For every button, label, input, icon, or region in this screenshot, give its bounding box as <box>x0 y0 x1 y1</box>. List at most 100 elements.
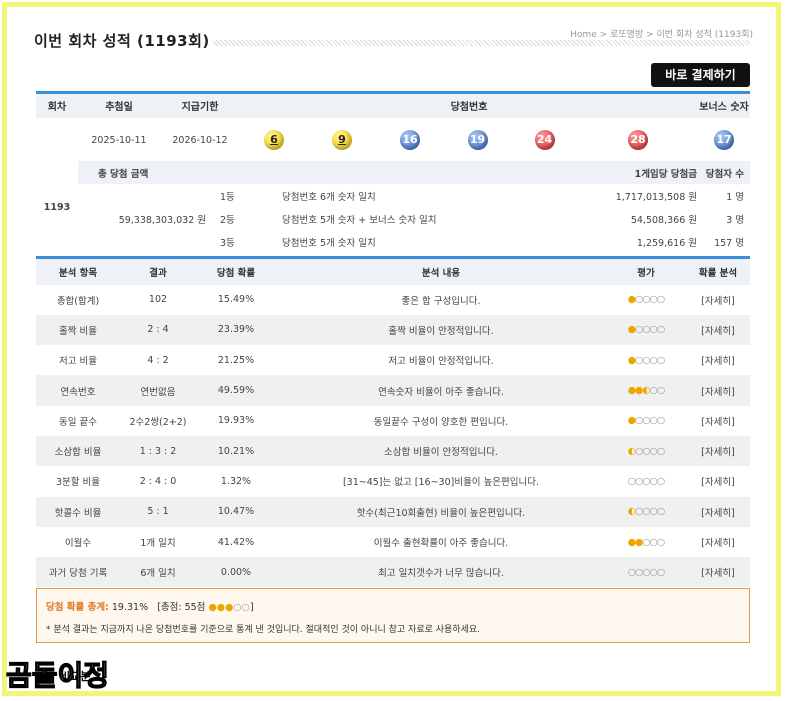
prize-winners: 3 명 <box>726 214 744 226</box>
analysis-rating: ○○○○○ <box>606 557 686 588</box>
round-cell-top <box>36 118 78 163</box>
analysis-prob: 49.59% <box>196 375 276 406</box>
breadcrumb-sep: > <box>599 30 608 40</box>
analysis-prob: 23.39% <box>196 314 276 346</box>
analysis-content: 동일끝수 구성이 양호한 편입니다. <box>373 416 509 428</box>
analysis-content: 최고 일치갯수가 너무 많습니다. <box>276 557 606 588</box>
detail-link[interactable]: [자세히] <box>686 466 750 496</box>
analysis-result: 5 : 1 <box>120 496 196 527</box>
breadcrumb: Home > 로또명방 > 이번 회차 성적 (1193회) <box>564 27 753 40</box>
analysis-content: 홀짝 비율이 안정적입니다. <box>276 314 606 346</box>
prize-rank: 3등 <box>220 237 235 249</box>
pay-now-button[interactable]: 바로 결제하기 <box>651 63 750 87</box>
analysis-prob: 10.21% <box>196 435 276 467</box>
analysis-row: 연속번호 연번없음 49.59% 연속숫자 비율이 아주 좋습니다. ●●◐○○ [자세히… <box>36 375 750 406</box>
analysis-row: 총합(합계) 102 15.49% 좋은 합 구성입니다. ●○○○○ [자세히] <box>36 285 750 315</box>
analysis-prob: 0.00% <box>196 557 276 588</box>
detail-link[interactable]: [자세히] <box>686 406 750 436</box>
number-ball: 16 <box>400 130 420 150</box>
analysis-item: 연속번호 <box>36 375 120 406</box>
header-content: 분석 내용 <box>276 257 606 285</box>
pay-deadline: 2026-10-12 <box>172 134 228 146</box>
draw-table-header: 회차 추첨일 지급기한 당첨번호 보너스 숫자 <box>36 92 750 118</box>
draw-numbers-row: 2025-10-11 2026-10-12 6 9 16 19 24 28 17 <box>36 118 750 163</box>
analysis-table-header: 분석 항목 결과 당첨 확률 분석 내용 평가 확률 분석 <box>36 257 750 285</box>
prize-table-header: 1193 총 당첨 금액 1게임당 당첨금 당첨자 수 <box>36 161 750 253</box>
prize-rank: 1등 <box>220 191 235 203</box>
number-ball: 19 <box>467 130 488 150</box>
analysis-result: 연번없음 <box>120 375 196 406</box>
analysis-content: 이월수 출현확률이 아주 좋습니다. <box>373 538 509 550</box>
header-round: 회차 <box>36 92 78 118</box>
summary-value: 19.31% <box>111 602 149 613</box>
number-ball: 9 <box>332 130 352 150</box>
analysis-row: 핫콜수 비율 5 : 1 10.47% 핫수(최근10회출현) 비율이 높은편입니다.… <box>36 496 750 527</box>
header-detail: 확률 분석 <box>686 257 750 285</box>
breadcrumb-current: 이번 회차 성적 (1193회) <box>656 30 753 40</box>
bonus-ball: 17 <box>714 130 734 150</box>
header-prob: 당첨 확률 <box>196 257 276 285</box>
round-number: 1193 <box>36 161 78 253</box>
analysis-result: 1개 일치 <box>140 538 176 550</box>
analysis-row: 이월수 1개 일치 41.42% 이월수 출현확률이 아주 좋습니다. ●●○○○ [자세… <box>36 527 750 557</box>
detail-link[interactable]: [자세히] <box>686 557 750 588</box>
analysis-item: 총합(합계) <box>56 295 100 307</box>
analysis-rating: ●●○○○ <box>627 536 666 548</box>
prize-amount: 54,508,366 원 <box>630 214 697 226</box>
header-winning-numbers: 당첨번호 <box>240 92 698 118</box>
header-result: 결과 <box>120 257 196 285</box>
summary-line: 당첨 확률 총계: 19.31% [총점: 55점 ●●●○○] <box>46 599 740 613</box>
prize-rank: 2등 <box>220 214 235 226</box>
breadcrumb-home[interactable]: Home <box>570 30 597 40</box>
analysis-content: 좋은 합 구성입니다. <box>401 295 481 307</box>
detail-link[interactable]: [자세히] <box>686 527 750 557</box>
detail-link[interactable]: [자세히] <box>686 345 750 375</box>
header-total-amount: 총 당첨 금액 <box>78 161 218 184</box>
analysis-item: 저고 비율 <box>59 356 97 368</box>
analysis-prob: 15.49% <box>217 294 255 306</box>
prize-amount: 1,259,616 원 <box>636 237 697 249</box>
detail-link[interactable]: [자세히] <box>686 285 750 315</box>
prize-desc: 당첨번호 5개 숫자 일치 <box>282 237 376 249</box>
analysis-content: 핫수(최근10회출현) 비율이 높은편입니다. <box>276 496 606 527</box>
breadcrumb-sep: > <box>646 30 654 40</box>
header-winners: 당첨자 수 <box>705 161 750 184</box>
analysis-rating: ●○○○○ <box>627 415 666 427</box>
detail-link[interactable]: [자세히] <box>686 496 750 527</box>
prize-table: 1193 총 당첨 금액 1게임당 당첨금 당첨자 수 59,338,303,0… <box>36 161 750 253</box>
analysis-prob: 21.25% <box>217 354 255 366</box>
detail-link[interactable]: [자세히] <box>686 375 750 406</box>
analysis-item: 과거 당첨 기록 <box>36 557 120 588</box>
analysis-item: 홀짝 비율 <box>36 314 120 346</box>
summary-rating: ●●●○○ <box>208 602 250 613</box>
analysis-item: 소삼합 비율 <box>36 435 120 467</box>
analysis-prob: 41.42% <box>217 536 255 548</box>
detail-link[interactable]: [자세히] <box>686 314 750 346</box>
analysis-rating: ◐○○○○ <box>606 496 686 527</box>
draw-result-table: 회차 추첨일 지급기한 당첨번호 보너스 숫자 2025-10-11 2026-… <box>36 91 750 163</box>
analysis-result: 2수2쌍(2+2) <box>129 416 187 428</box>
analysis-rating: ●●◐○○ <box>606 375 686 406</box>
analysis-prob: 10.47% <box>196 496 276 527</box>
prize-desc: 당첨번호 6개 숫자 일치 <box>282 191 376 203</box>
detail-link[interactable]: [자세히] <box>686 435 750 467</box>
analysis-table: 분석 항목 결과 당첨 확률 분석 내용 평가 확률 분석 총합(합계) 102 1… <box>36 256 750 588</box>
analysis-result: 1 : 3 : 2 <box>120 435 196 467</box>
number-ball: 28 <box>628 130 648 150</box>
breadcrumb-section[interactable]: 로또명방 <box>610 30 643 40</box>
analysis-item: 이월수 <box>64 538 92 550</box>
watermark-logo: 곰돌이정 <box>5 658 110 692</box>
summary-close: ] <box>249 602 254 613</box>
analysis-row: 동일 끝수 2수2쌍(2+2) 19.93% 동일끝수 구성이 양호한 편입니다. ●○… <box>36 406 750 436</box>
analysis-result: 2 : 4 : 0 <box>139 475 177 487</box>
analysis-row: 홀짝 비율 2 : 4 23.39% 홀짝 비율이 안정적입니다. ●○○○○ [자세히] <box>36 314 750 346</box>
analysis-result: 4 : 2 <box>147 354 169 366</box>
analysis-result: 102 <box>148 294 168 306</box>
summary-note: * 분석 결과는 지금까지 나온 당첨번호를 기준으로 통계 낸 것입니다. 절… <box>46 625 481 635</box>
analysis-row: 소삼합 비율 1 : 3 : 2 10.21% 소삼합 비율이 안정적입니다. ◐○○○… <box>36 435 750 467</box>
header-per-game: 1게임당 당첨금 <box>572 161 705 184</box>
analysis-rating: ○○○○○ <box>627 475 666 487</box>
header-bonus: 보너스 숫자 <box>698 92 750 118</box>
title-divider <box>213 40 750 46</box>
analysis-rating: ●○○○○ <box>627 294 666 306</box>
